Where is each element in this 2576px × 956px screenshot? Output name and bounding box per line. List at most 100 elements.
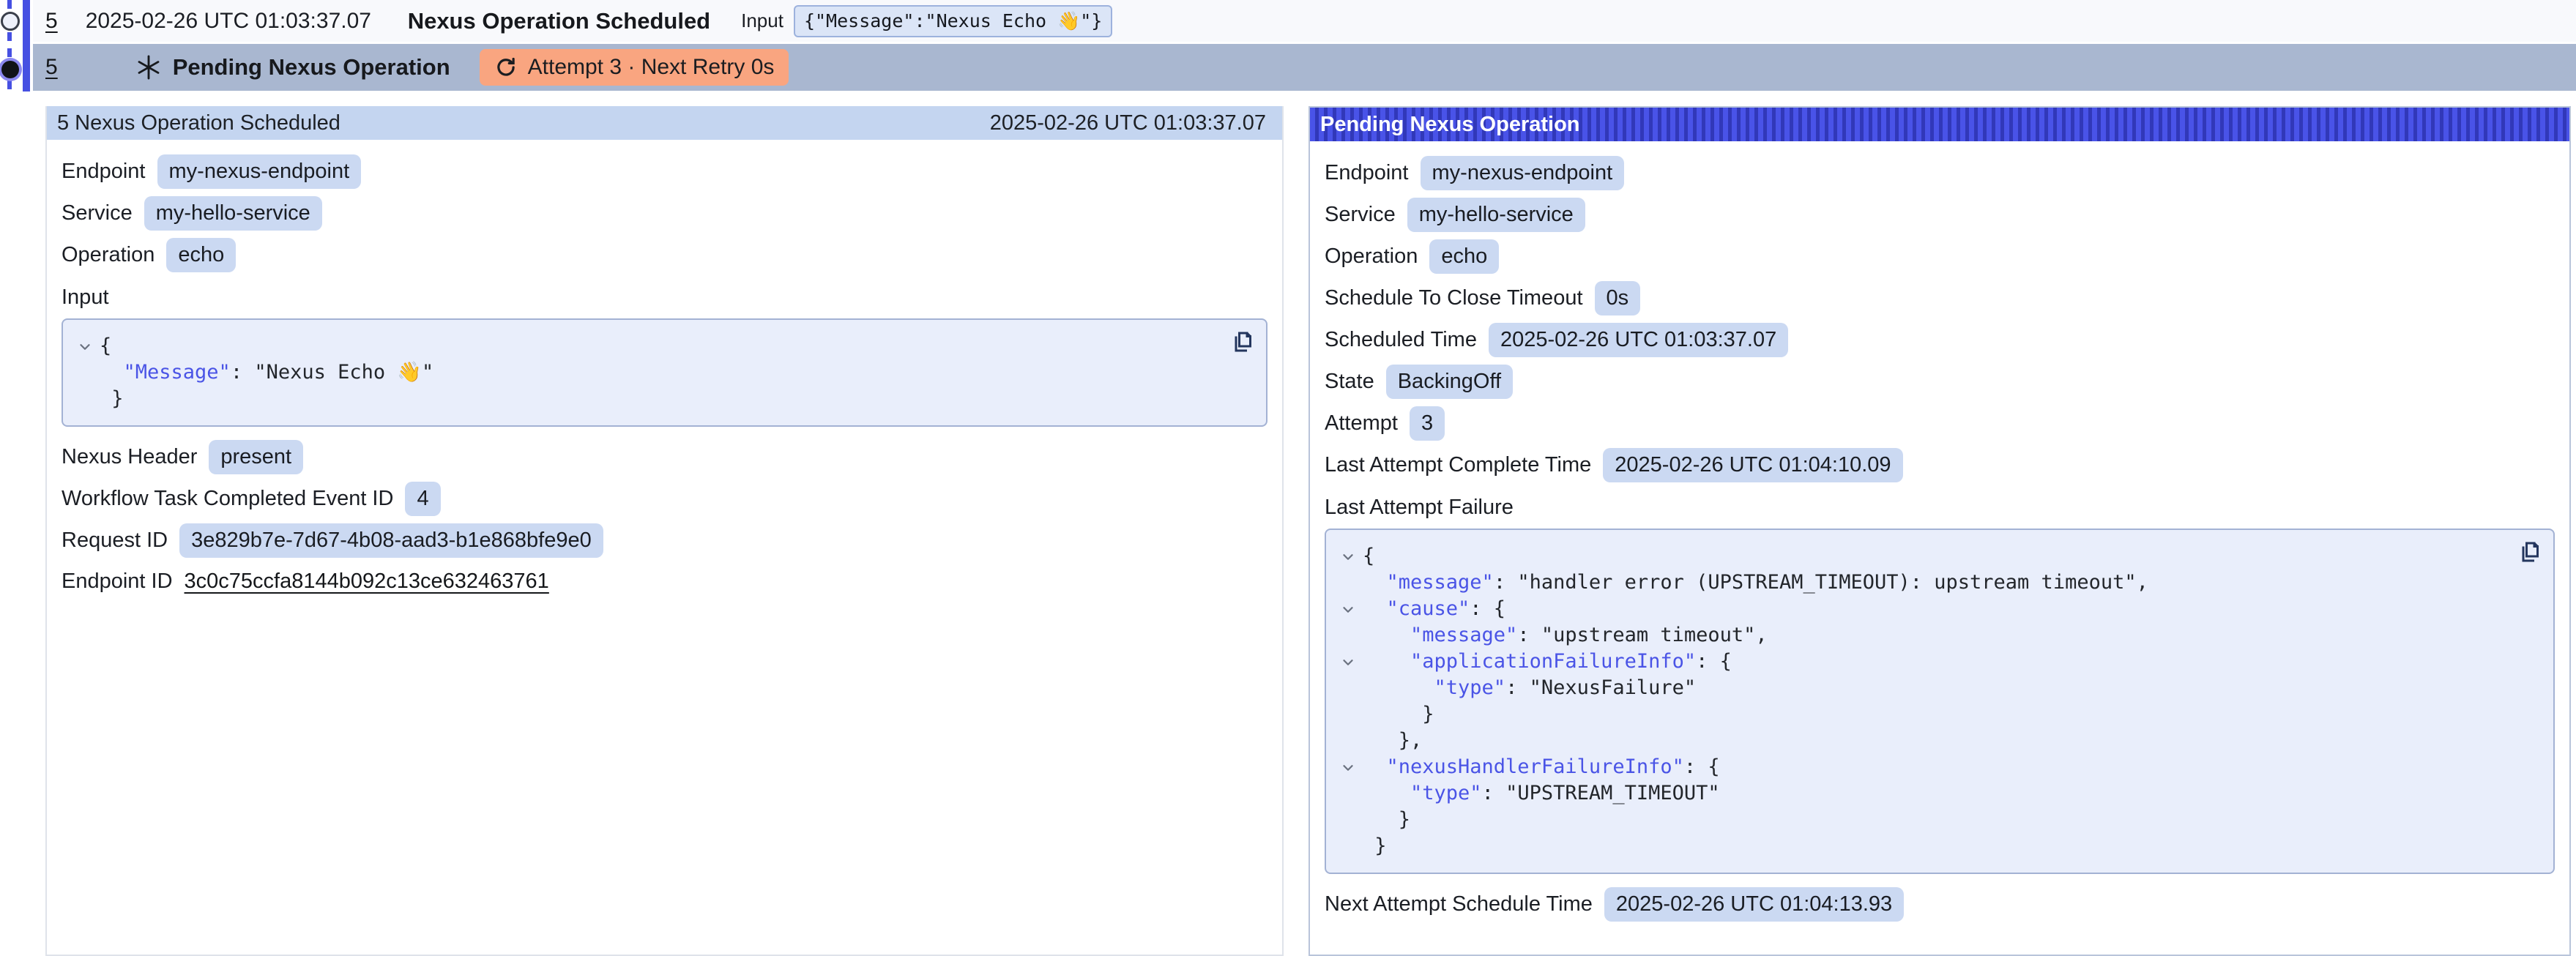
event-title: Nexus Operation Scheduled: [408, 8, 710, 34]
event-timestamp: 2025-02-26 UTC 01:03:37.07: [86, 9, 375, 34]
chevron-down-icon[interactable]: [1333, 649, 1363, 671]
event-row-nexus-operation-scheduled[interactable]: 5 2025-02-26 UTC 01:03:37.07 Nexus Opera…: [33, 0, 2576, 42]
last-attempt-failure-json-viewer: {"message": "handler error (UPSTREAM_TIM…: [1325, 529, 2555, 874]
field-value-operation: echo: [1429, 239, 1499, 274]
field-label-input: Input: [62, 285, 1267, 310]
field-row-attempt: Attempt 3: [1325, 406, 2555, 441]
field-label-service: Service: [62, 201, 133, 225]
field-label-nexus-header: Nexus Header: [62, 445, 197, 469]
line-gutter: [70, 359, 100, 365]
field-value-endpoint: my-nexus-endpoint: [157, 154, 362, 189]
field-row-service: Service my-hello-service: [1325, 198, 2555, 232]
field-label-operation: Operation: [1325, 244, 1418, 269]
json-line-text: "nexusHandlerFailureInfo": {: [1363, 754, 1720, 780]
retry-badge-text: Attempt 3 · Next Retry 0s: [528, 55, 775, 80]
json-line-text: {: [1363, 543, 1374, 570]
pending-nexus-operation-panel: Pending Nexus Operation Endpointmy-nexus…: [1309, 106, 2571, 956]
timeline-open-circle-icon: [1, 12, 20, 31]
event-detail-panels: 5 Nexus Operation Scheduled 2025-02-26 U…: [45, 106, 2576, 956]
json-line: }: [1333, 833, 2502, 859]
copy-icon[interactable]: [2517, 539, 2543, 567]
chevron-down-icon[interactable]: [1333, 754, 1363, 776]
json-line: "applicationFailureInfo": {: [1333, 649, 2502, 675]
field-value-endpoint-id[interactable]: 3c0c75ccfa8144b092c13ce632463761: [185, 570, 549, 594]
json-text: {: [1363, 545, 1374, 567]
json-line: "cause": {: [1333, 596, 2502, 622]
field-label-attempt: Attempt: [1325, 411, 1398, 436]
json-line: }: [1333, 807, 2502, 833]
json-line: {: [1333, 543, 2502, 570]
json-line: "type": "NexusFailure": [1333, 675, 2502, 701]
field-label-operation: Operation: [62, 243, 155, 267]
event-id-link[interactable]: 5: [45, 55, 58, 80]
event-timeline-gutter: [0, 0, 33, 97]
line-gutter: [1333, 833, 1363, 839]
json-line-text: }: [1363, 807, 1410, 833]
json-line-text: "message": "upstream timeout",: [1363, 622, 1768, 649]
json-line-text: },: [1363, 728, 1422, 754]
chevron-down-icon[interactable]: [1333, 596, 1363, 618]
field-value-endpoint: my-nexus-endpoint: [1421, 156, 1625, 190]
json-key: "message": [1387, 571, 1494, 594]
field-value-request-id: 3e829b7e-7d67-4b08-aad3-b1e868bfe9e0: [179, 523, 603, 558]
field-row-service: Service my-hello-service: [62, 196, 1267, 231]
json-text: },: [1399, 729, 1423, 752]
field-label-scheduled-time: Scheduled Time: [1325, 328, 1477, 352]
json-text: : "Nexus Echo 👋": [231, 361, 433, 384]
json-key: "applicationFailureInfo": [1410, 650, 1696, 673]
line-gutter: [1333, 675, 1363, 681]
line-gutter: [1333, 728, 1363, 733]
event-id-link[interactable]: 5: [45, 9, 58, 34]
field-label-state: State: [1325, 370, 1374, 394]
json-line-text: "message": "handler error (UPSTREAM_TIME…: [1363, 570, 2148, 596]
field-label-last-attempt-complete-time: Last Attempt Complete Time: [1325, 453, 1591, 477]
field-label-workflow-task-completed-event-id: Workflow Task Completed Event ID: [62, 487, 393, 511]
input-json-viewer: {"Message": "Nexus Echo 👋"}: [62, 318, 1267, 427]
right-panel-body: Endpointmy-nexus-endpointServicemy-hello…: [1310, 141, 2569, 922]
line-gutter: [1333, 701, 1363, 707]
field-value-attempt: 3: [1410, 406, 1445, 441]
line-gutter: [70, 386, 100, 392]
json-line-text: {: [100, 333, 111, 359]
field-row-state: StateBackingOff: [1325, 365, 2555, 399]
json-line-text: "Message": "Nexus Echo 👋": [100, 359, 433, 386]
json-text: : "NexusFailure": [1505, 676, 1696, 699]
json-line-text: "type": "NexusFailure": [1363, 675, 1696, 701]
field-row-nexus-header: Nexus Headerpresent: [62, 440, 1267, 474]
field-row-operation: Operation echo: [1325, 239, 2555, 274]
chevron-down-icon[interactable]: [70, 333, 100, 355]
field-value-schedule-to-close-timeout: 0s: [1595, 281, 1641, 315]
field-label-service: Service: [1325, 203, 1396, 227]
json-key: "type": [1434, 676, 1506, 699]
field-label-last-attempt-failure: Last Attempt Failure: [1325, 496, 2555, 520]
input-preview-chip[interactable]: {"Message":"Nexus Echo 👋"}: [794, 5, 1112, 37]
right-panel-title: Pending Nexus Operation: [1320, 113, 1580, 137]
copy-icon[interactable]: [1229, 329, 1256, 357]
chevron-down-icon[interactable]: [1333, 543, 1363, 565]
json-text: : {: [1470, 597, 1505, 620]
field-row-last-attempt-complete-time: Last Attempt Complete Time2025-02-26 UTC…: [1325, 448, 2555, 482]
field-value-service: my-hello-service: [144, 196, 322, 231]
event-title: Pending Nexus Operation: [173, 54, 450, 81]
field-row-request-id: Request ID3e829b7e-7d67-4b08-aad3-b1e868…: [62, 523, 1267, 558]
line-gutter: [1333, 780, 1363, 786]
nexus-operation-scheduled-panel: 5 Nexus Operation Scheduled 2025-02-26 U…: [45, 106, 1284, 956]
left-panel-title: 5 Nexus Operation Scheduled: [57, 111, 340, 135]
event-row-pending-nexus-operation[interactable]: 5 Pending Nexus Operation Attempt 3 · Ne…: [33, 44, 2576, 91]
field-row-endpoint: Endpointmy-nexus-endpoint: [62, 154, 1267, 189]
json-line: "message": "upstream timeout",: [1333, 622, 2502, 649]
field-value-service: my-hello-service: [1407, 198, 1585, 232]
field-label-next-attempt-schedule-time: Next Attempt Schedule Time: [1325, 892, 1593, 916]
field-value-scheduled-time: 2025-02-26 UTC 01:03:37.07: [1489, 323, 1788, 357]
field-row-next-attempt-schedule-time: Next Attempt Schedule Time 2025-02-26 UTC…: [1325, 887, 2555, 922]
json-key: "message": [1410, 624, 1517, 646]
json-lines: {"Message": "Nexus Echo 👋"}: [70, 333, 1215, 412]
json-text: : "handler error (UPSTREAM_TIMEOUT): ups…: [1494, 571, 2148, 594]
field-row-endpoint-id: Endpoint ID3c0c75ccfa8144b092c13ce632463…: [62, 565, 1267, 597]
json-text: }: [1399, 808, 1410, 831]
json-text: : "upstream timeout",: [1517, 624, 1767, 646]
json-line-text: "cause": {: [1363, 596, 1505, 622]
field-value-next-attempt-schedule-time: 2025-02-26 UTC 01:04:13.93: [1604, 887, 1904, 922]
left-panel-body: Endpointmy-nexus-endpoint Service my-hello…: [47, 140, 1282, 597]
line-gutter: [1333, 807, 1363, 813]
